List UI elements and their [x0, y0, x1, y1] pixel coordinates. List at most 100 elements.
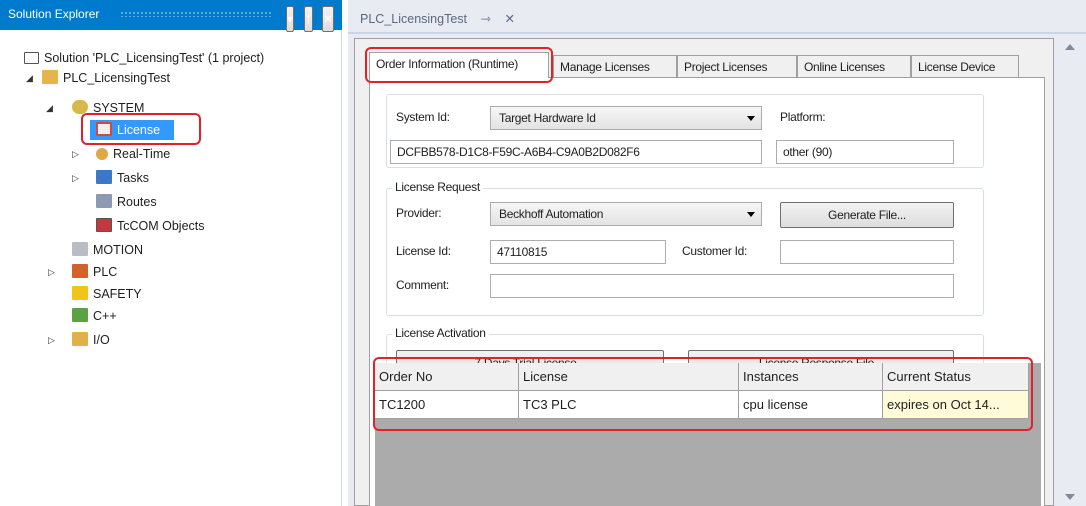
solution-icon [24, 52, 39, 64]
plc-icon [72, 264, 88, 278]
generate-file-button[interactable]: Generate File... [780, 202, 954, 228]
routes-icon [96, 194, 112, 208]
solution-explorer-panel: Solution Explorer ▾ ᛘ ✕ Solution 'PLC_Li… [0, 0, 342, 506]
expand-arrow-icon[interactable]: ▷ [48, 262, 55, 282]
table-cell-order-no[interactable]: TC1200 [375, 391, 519, 419]
tree-item-io[interactable]: I/O [72, 330, 110, 350]
tab-online-licenses[interactable]: Online Licenses [797, 55, 911, 77]
customer-id-label: Customer Id: [682, 244, 748, 258]
comment-field[interactable] [490, 274, 954, 298]
tree-item-solution[interactable]: Solution 'PLC_LicensingTest' (1 project) [24, 48, 264, 68]
tree-item-label: C++ [93, 309, 117, 323]
document-tab-label: PLC_LicensingTest [360, 12, 468, 26]
tree-item-label: PLC_LicensingTest [63, 71, 171, 85]
motion-icon [72, 242, 88, 256]
tab-manage-licenses[interactable]: Manage Licenses [553, 55, 677, 77]
collapse-arrow-icon[interactable]: ◢ [46, 98, 53, 118]
tab-label: Manage Licenses [560, 60, 650, 74]
tree-item-cpp[interactable]: C++ [72, 306, 117, 326]
solution-explorer-titlebar: Solution Explorer ▾ ᛘ ✕ [0, 0, 342, 32]
comment-label: Comment: [396, 278, 449, 292]
provider-label: Provider: [396, 206, 442, 220]
tab-order-information[interactable]: Order Information (Runtime) [369, 52, 549, 78]
tree-item-tasks[interactable]: Tasks [96, 168, 149, 188]
expand-arrow-icon[interactable]: ▷ [72, 168, 79, 188]
tab-license-device[interactable]: License Device [911, 55, 1019, 77]
tree-item-label: SYSTEM [93, 101, 145, 115]
system-id-type-value: Target Hardware Id [499, 111, 596, 125]
table-cell-license[interactable]: TC3 PLC [519, 391, 739, 419]
system-id-type-select[interactable]: Target Hardware Id [490, 106, 762, 130]
tree-item-label: Real-Time [113, 147, 171, 161]
cpp-icon [72, 308, 88, 322]
tab-label: License Device [918, 60, 996, 74]
scroll-down-icon[interactable] [1065, 494, 1075, 500]
table-cell-instances[interactable]: cpu license [739, 391, 883, 419]
dropdown-arrow-icon[interactable]: ▾ [286, 6, 294, 32]
system-id-field[interactable]: DCFBB578-D1C8-F59C-A6B4-C9A0B2D082F6 [390, 140, 762, 164]
tree-item-label: SAFETY [93, 287, 142, 301]
tree-item-label: Tasks [117, 171, 149, 185]
tab-label: Online Licenses [804, 60, 885, 74]
pin-icon[interactable]: ⇾ [481, 12, 491, 26]
platform-field[interactable]: other (90) [776, 140, 954, 164]
tab-label: Order Information (Runtime) [376, 57, 518, 71]
tab-label: Project Licenses [684, 60, 768, 74]
system-icon [72, 100, 88, 114]
vertical-scrollbar[interactable] [1060, 38, 1080, 506]
tree-item-label: TcCOM Objects [117, 219, 205, 233]
solution-explorer-title: Solution Explorer [8, 7, 100, 21]
provider-select[interactable]: Beckhoff Automation [490, 202, 762, 226]
license-grid: Order No License Instances Current Statu… [375, 363, 1041, 506]
column-header-license[interactable]: License [519, 363, 739, 391]
license-activation-group-label: License Activation [392, 326, 489, 340]
license-icon [96, 122, 112, 136]
tree-item-tccom[interactable]: TcCOM Objects [96, 216, 205, 236]
expand-arrow-icon[interactable]: ▷ [48, 330, 55, 350]
chevron-down-icon [747, 212, 755, 217]
customer-id-field[interactable] [780, 240, 954, 264]
tree-item-label: Solution 'PLC_LicensingTest' (1 project) [44, 51, 265, 65]
document-tabbar: PLC_LicensingTest ⇾ ✕ [348, 0, 1086, 34]
tree-item-label: PLC [93, 265, 118, 279]
document-tab[interactable]: PLC_LicensingTest ⇾ ✕ [352, 6, 523, 32]
tree-item-motion[interactable]: MOTION [72, 240, 143, 260]
tree-item-system[interactable]: SYSTEM [72, 98, 144, 118]
tree-item-label: License [117, 123, 161, 137]
tree-item-realtime[interactable]: Real-Time [96, 144, 170, 164]
tree-item-label: MOTION [93, 243, 143, 257]
license-id-field[interactable]: 47110815 [490, 240, 666, 264]
pin-icon[interactable]: ᛘ [304, 6, 313, 32]
tree-item-routes[interactable]: Routes [96, 192, 157, 212]
expand-arrow-icon[interactable]: ▷ [72, 144, 79, 164]
tab-project-licenses[interactable]: Project Licenses [677, 55, 797, 77]
provider-value: Beckhoff Automation [499, 207, 604, 221]
platform-label: Platform: [780, 110, 826, 124]
tccom-icon [96, 218, 112, 232]
license-editor: Order Information (Runtime) Manage Licen… [354, 38, 1054, 506]
column-header-instances[interactable]: Instances [739, 363, 883, 391]
tree-item-plc[interactable]: PLC [72, 262, 117, 282]
titlebar-grip [120, 11, 272, 17]
io-icon [72, 332, 88, 346]
table-cell-current-status[interactable]: expires on Oct 14... [883, 391, 1029, 419]
tree-item-safety[interactable]: SAFETY [72, 284, 142, 304]
tree-item-license[interactable]: License [90, 120, 174, 140]
column-header-order-no[interactable]: Order No [375, 363, 519, 391]
scroll-up-icon[interactable] [1065, 44, 1075, 50]
project-icon [42, 70, 58, 84]
chevron-down-icon [747, 116, 755, 121]
editor-area: PLC_LicensingTest ⇾ ✕ Order Information … [348, 0, 1086, 506]
collapse-arrow-icon[interactable]: ◢ [26, 68, 33, 88]
safety-icon [72, 286, 88, 300]
tree-item-project[interactable]: PLC_LicensingTest [42, 68, 170, 88]
close-icon[interactable]: ✕ [504, 12, 514, 26]
tasks-icon [96, 170, 112, 184]
column-header-current-status[interactable]: Current Status [883, 363, 1029, 391]
license-request-group-label: License Request [392, 180, 483, 194]
close-icon[interactable]: ✕ [322, 6, 334, 32]
realtime-icon [96, 148, 108, 160]
license-id-label: License Id: [396, 244, 451, 258]
tree-item-label: I/O [93, 333, 110, 347]
system-id-label: System Id: [396, 110, 450, 124]
